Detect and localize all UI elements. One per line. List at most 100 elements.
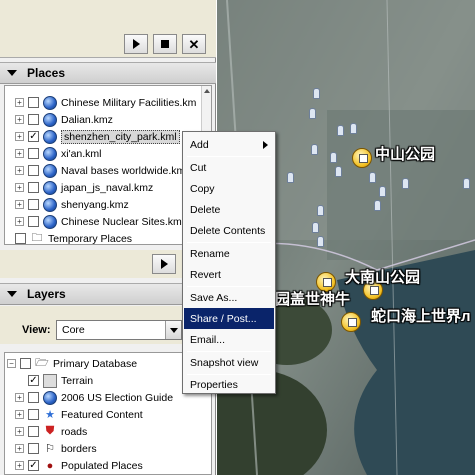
play-tour-button[interactable] [152,254,176,274]
checkbox[interactable] [28,97,39,108]
placemark-icon[interactable] [463,178,470,189]
menu-item-save-as[interactable]: Save As... [184,287,274,308]
expand-toggle[interactable]: + [15,461,24,470]
list-item[interactable]: + Chinese Nuclear Sites.kmz [5,213,187,230]
stop-button[interactable] [153,34,177,54]
list-item[interactable]: + xi'an.kml [5,145,102,162]
menu-item-share-post[interactable]: Share / Post... [184,308,274,329]
checkbox[interactable]: ✓ [28,131,39,142]
list-item[interactable]: + ✓ ● Populated Places [5,457,143,474]
menu-item-snapshot-view[interactable]: Snapshot view [184,352,274,373]
play-button[interactable] [124,34,148,54]
checkbox[interactable] [28,392,39,403]
checkbox[interactable] [28,216,39,227]
placemark-icon[interactable] [317,236,324,247]
list-item[interactable]: + shenyang.kmz [5,196,129,213]
menu-item-rename[interactable]: Rename [184,243,274,264]
list-item[interactable]: +2006 US Election Guide [5,389,173,406]
terrain-icon [43,373,57,388]
expand-toggle[interactable]: + [15,183,24,192]
view-select[interactable]: Core [56,320,182,340]
placemark-icon[interactable] [337,125,344,136]
list-item[interactable]: 🗀 Temporary Places [5,230,133,245]
map-label: 园盖世神牛 [275,291,351,308]
checkbox[interactable] [28,426,39,437]
checkbox[interactable] [28,409,39,420]
placemark-icon[interactable] [379,186,386,197]
placemark-icon[interactable] [309,108,316,119]
expand-toggle[interactable]: + [15,200,24,209]
placemark-icon[interactable] [374,200,381,211]
checkbox[interactable] [28,443,39,454]
layer-label: Terrain [61,374,94,387]
menu-item-delete-contents[interactable]: Delete Contents [184,220,274,241]
expand-toggle[interactable]: + [15,98,24,107]
list-item[interactable]: ✓ Terrain [5,372,93,389]
checkbox[interactable] [28,165,39,176]
places-header[interactable]: Places [0,62,216,84]
checkbox[interactable]: ✓ [28,375,39,386]
map-label: 大南山公园 [345,269,421,286]
view-label: View: [22,324,51,336]
menu-item-email[interactable]: Email... [184,329,274,350]
checkbox[interactable] [28,114,39,125]
menu-item-delete[interactable]: Delete [184,199,274,220]
checkbox[interactable] [28,182,39,193]
list-item[interactable]: + Dalian.kmz [5,111,113,128]
menu-item-revert[interactable]: Revert [184,264,274,285]
places-tree[interactable]: + Chinese Military Facilities.km + Dalian.… [4,85,212,245]
expand-toggle[interactable]: + [15,217,24,226]
place-label: Chinese Nuclear Sites.kmz [61,215,188,228]
placemark-icon[interactable] [287,172,294,183]
layer-label: borders [61,442,97,455]
placemark-icon[interactable] [317,205,324,216]
list-item[interactable]: + Chinese Military Facilities.km [5,94,196,111]
list-item[interactable]: − 🗁 Primary Database [5,355,137,372]
expand-toggle[interactable]: + [15,427,24,436]
layers-tree[interactable]: − 🗁 Primary Database ✓ Terrain +2006 US Ele… [4,352,212,475]
dropdown-button[interactable] [165,321,181,339]
close-button[interactable]: ✕ [182,34,206,54]
scroll-up-icon[interactable] [203,89,210,93]
park-placemark-icon[interactable] [341,312,361,332]
expand-toggle[interactable]: + [15,393,24,402]
list-item[interactable]: + ⚐ borders [5,440,97,457]
tour-toolbar: ✕ [0,0,216,58]
place-label: xi'an.kml [61,147,102,160]
placemark-icon[interactable] [312,222,319,233]
place-label: Chinese Military Facilities.km [61,96,197,109]
expand-toggle[interactable]: + [15,115,24,124]
placemark-icon[interactable] [402,178,409,189]
checkbox[interactable] [20,358,31,369]
expand-toggle[interactable]: + [15,410,24,419]
list-item[interactable]: + ★ Featured Content [5,406,143,423]
checkbox[interactable] [28,199,39,210]
placemark-icon[interactable] [369,172,376,183]
list-item[interactable]: + ⛊ roads [5,423,87,440]
checkbox[interactable]: ✓ [28,460,39,471]
list-item[interactable]: + Naval bases worldwide.km [5,162,185,179]
menu-item-cut[interactable]: Cut [184,157,274,178]
placemark-icon[interactable] [311,144,318,155]
placemark-icon[interactable] [330,152,337,163]
park-placemark-icon[interactable] [352,148,372,168]
database-icon: 🗁 [35,357,49,369]
list-item[interactable]: + ✓ shenzhen_city_park.kml [5,128,180,145]
expand-toggle[interactable]: + [15,149,24,158]
menu-item-properties[interactable]: Properties [184,374,274,395]
placemark-icon[interactable] [313,88,320,99]
menu-item-copy[interactable]: Copy [184,178,274,199]
placemark-icon[interactable] [335,166,342,177]
expand-toggle[interactable]: + [15,132,24,141]
expand-toggle[interactable]: + [15,444,24,453]
expand-toggle[interactable]: + [15,166,24,175]
temporary-places-label: Temporary Places [48,232,133,245]
globe-icon [43,95,57,110]
collapse-toggle[interactable]: − [7,359,16,368]
list-item[interactable]: + japan_js_naval.kmz [5,179,153,196]
menu-item-add[interactable]: Add [184,134,274,155]
checkbox[interactable] [15,233,26,244]
checkbox[interactable] [28,148,39,159]
view-value: Core [62,324,85,336]
placemark-icon[interactable] [350,123,357,134]
